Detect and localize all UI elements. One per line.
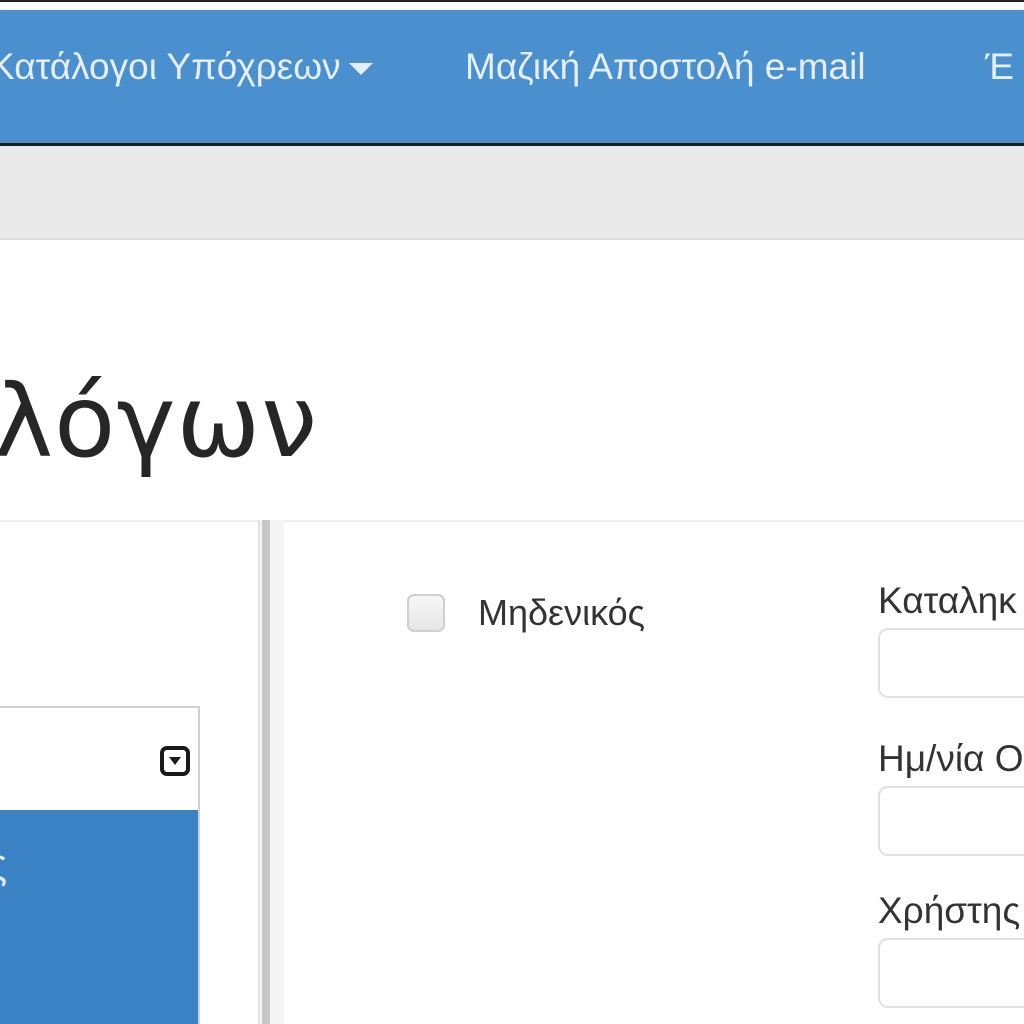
field-label-date: Ημ/νία Ο [878, 738, 1024, 779]
nav-item-label: Κατάλογοι Υπόχρεων [0, 46, 341, 87]
date-input[interactable] [878, 786, 1024, 856]
user-input[interactable] [878, 938, 1024, 1008]
pane-splitter[interactable] [258, 520, 284, 1024]
nav-item-obligor-lists[interactable]: Κατάλογοι Υπόχρεων [0, 42, 373, 92]
nav-item-mass-email[interactable]: Μαζική Αποστολή e-mail [465, 42, 866, 92]
breadcrumb-bar [0, 146, 1024, 240]
page-title: λόγων [0, 363, 319, 480]
nav-item-truncated[interactable]: Έ [985, 42, 1014, 92]
top-navbar: Κατάλογοι Υπόχρεων Μαζική Αποστολή e-mai… [0, 10, 1024, 146]
window-top-border [0, 0, 1024, 10]
caret-down-icon [348, 63, 373, 76]
zero-checkbox-label: Μηδενικός [478, 592, 646, 633]
selected-tree-item[interactable]: ς [0, 810, 198, 1024]
selected-item-label: ς [0, 840, 7, 890]
nav-item-label: Μαζική Αποστολή e-mail [465, 46, 866, 87]
nav-item-label: Έ [985, 46, 1015, 87]
app-window: Κατάλογοι Υπόχρεων Μαζική Αποστολή e-mai… [0, 0, 1024, 1024]
field-label-user: Χρήστης [878, 890, 1021, 931]
field-label-ending: Καταληκ [878, 580, 1017, 621]
ending-input[interactable] [878, 628, 1024, 698]
tree-panel: ς [0, 706, 200, 1024]
collapse-toggle-icon[interactable] [160, 746, 190, 776]
zero-checkbox[interactable] [407, 594, 445, 632]
tree-panel-header [0, 708, 198, 808]
divider [0, 520, 1024, 522]
